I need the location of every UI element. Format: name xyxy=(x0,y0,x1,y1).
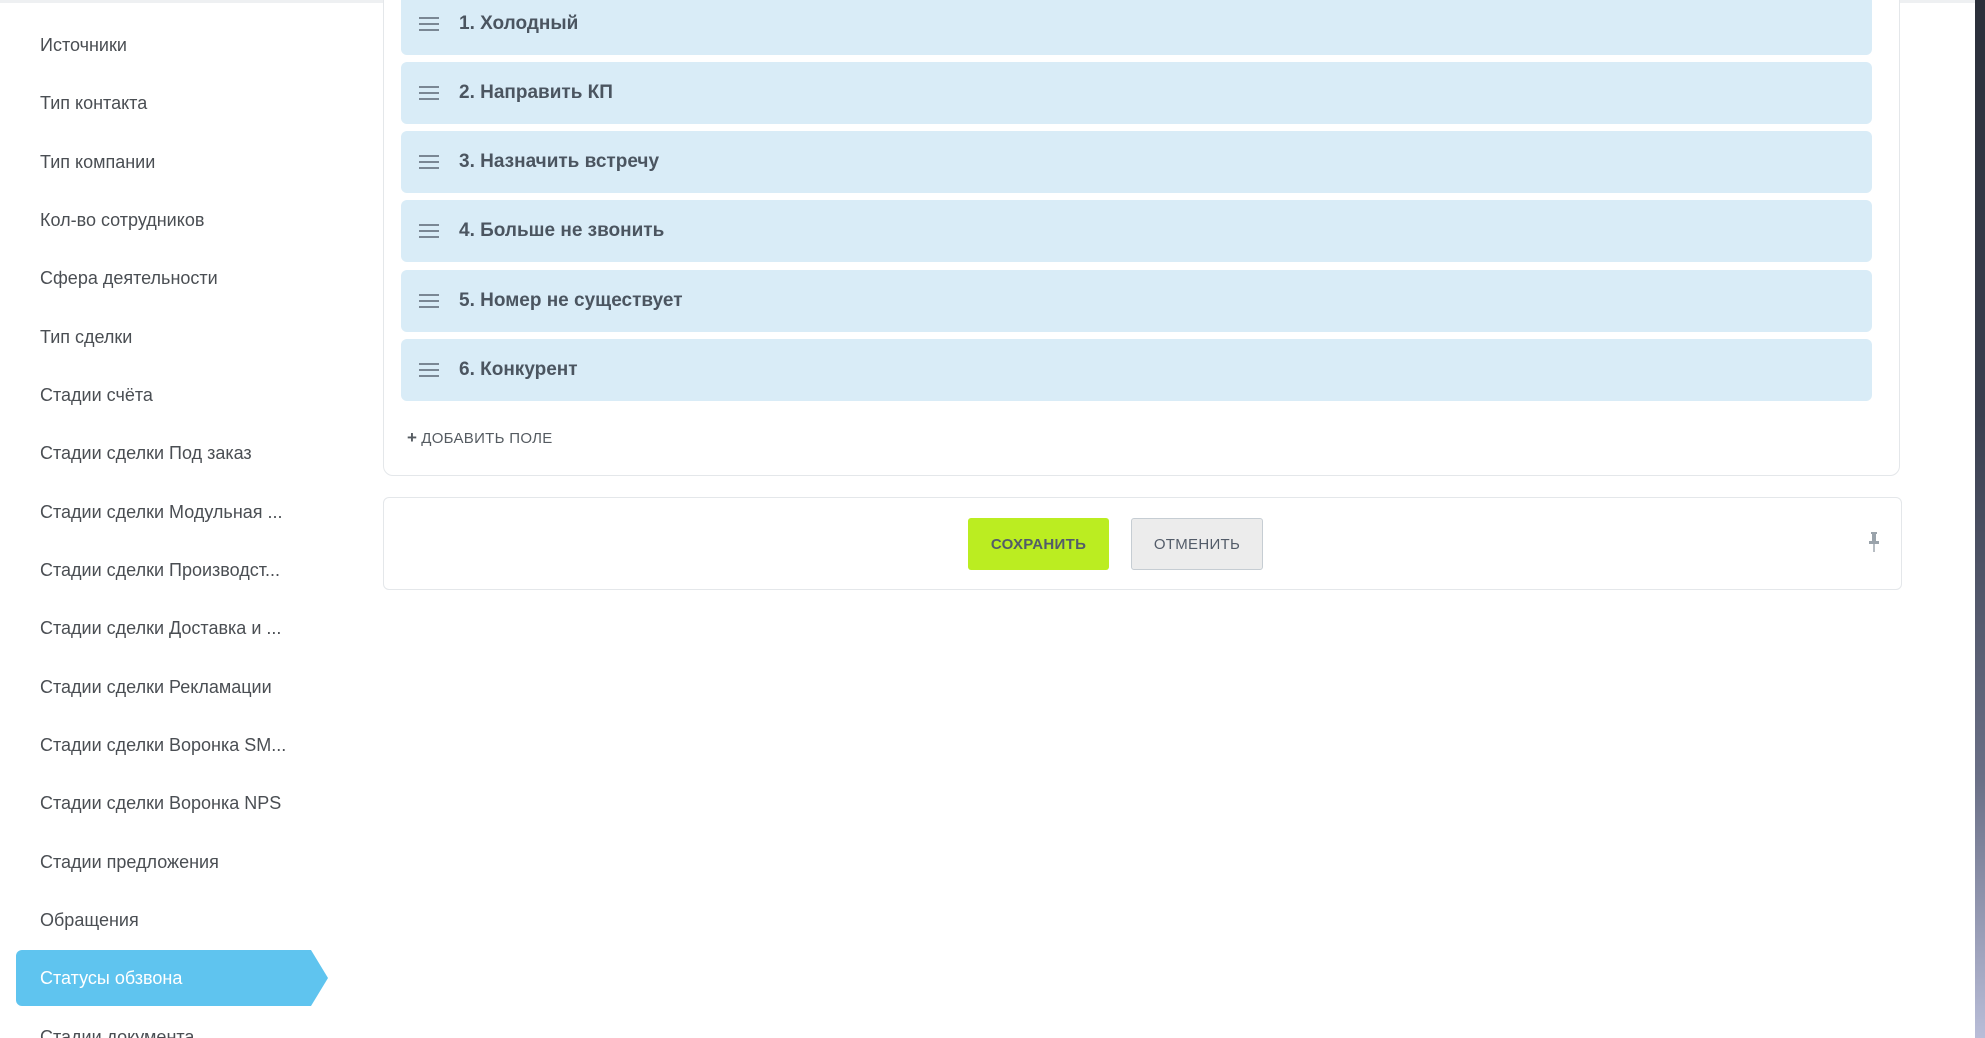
status-row[interactable]: 5. Номер не существует xyxy=(401,270,1872,332)
status-label[interactable]: 3. Назначить встречу xyxy=(459,151,659,173)
drag-handle-icon[interactable] xyxy=(419,155,439,169)
sidebar-item-call-statuses[interactable]: Статусы обзвона xyxy=(16,950,328,1006)
sidebar-item-deal-stages-sm-funnel[interactable]: Стадии сделки Воронка SM... xyxy=(16,717,316,773)
sidebar-item-deal-stages-claims[interactable]: Стадии сделки Рекламации xyxy=(16,659,316,715)
plus-icon: + xyxy=(407,428,418,447)
sidebar-item-deal-type[interactable]: Тип сделки xyxy=(16,309,316,365)
sidebar-item-document-stages[interactable]: Стадии документа xyxy=(16,1009,316,1038)
status-row[interactable]: 3. Назначить встречу xyxy=(401,131,1872,193)
drag-handle-icon[interactable] xyxy=(419,86,439,100)
status-label[interactable]: 1. Холодный xyxy=(459,13,578,35)
status-row[interactable]: 4. Больше не звонить xyxy=(401,200,1872,262)
sidebar-item-deal-stages-production[interactable]: Стадии сделки Производст... xyxy=(16,542,316,598)
status-label[interactable]: 5. Номер не существует xyxy=(459,290,683,312)
add-field-button[interactable]: + ДОБАВИТЬ ПОЛЕ xyxy=(407,428,553,448)
cancel-button[interactable]: ОТМЕНИТЬ xyxy=(1131,518,1263,570)
sidebar-item-industry[interactable]: Сфера деятельности xyxy=(16,250,316,306)
sidebar-item-sources[interactable]: Источники xyxy=(16,17,316,73)
drag-handle-icon[interactable] xyxy=(419,294,439,308)
pin-icon[interactable] xyxy=(1867,531,1881,553)
sidebar-item-contact-type[interactable]: Тип контакта xyxy=(16,75,316,131)
sidebar-item-deal-stages-modular[interactable]: Стадии сделки Модульная ... xyxy=(16,484,316,540)
drag-handle-icon[interactable] xyxy=(419,17,439,31)
save-button[interactable]: СОХРАНИТЬ xyxy=(968,518,1109,570)
sidebar-item-offer-stages[interactable]: Стадии предложения xyxy=(16,834,316,890)
sidebar-item-deal-stages-delivery[interactable]: Стадии сделки Доставка и ... xyxy=(16,600,316,656)
status-label[interactable]: 4. Больше не звонить xyxy=(459,220,664,242)
sidebar-item-deal-stages-nps-funnel[interactable]: Стадии сделки Воронка NPS xyxy=(16,775,316,831)
add-field-label: ДОБАВИТЬ ПОЛЕ xyxy=(421,430,553,447)
sidebar: Источники Тип контакта Тип компании Кол-… xyxy=(0,0,340,1038)
sidebar-item-employee-count[interactable]: Кол-во сотрудников xyxy=(16,192,316,248)
drag-handle-icon[interactable] xyxy=(419,224,439,238)
sidebar-item-requests[interactable]: Обращения xyxy=(16,892,316,948)
status-row[interactable]: 6. Конкурент xyxy=(401,339,1872,401)
drag-handle-icon[interactable] xyxy=(419,363,439,377)
status-row[interactable]: 2. Направить КП xyxy=(401,62,1872,124)
status-label[interactable]: 2. Направить КП xyxy=(459,82,613,104)
window-edge xyxy=(1975,0,1985,1038)
sidebar-item-invoice-stages[interactable]: Стадии счёта xyxy=(16,367,316,423)
sidebar-item-company-type[interactable]: Тип компании xyxy=(16,134,316,190)
status-label[interactable]: 6. Конкурент xyxy=(459,359,578,381)
sidebar-item-deal-stages-custom[interactable]: Стадии сделки Под заказ xyxy=(16,425,316,481)
status-row[interactable]: 1. Холодный xyxy=(401,0,1872,55)
